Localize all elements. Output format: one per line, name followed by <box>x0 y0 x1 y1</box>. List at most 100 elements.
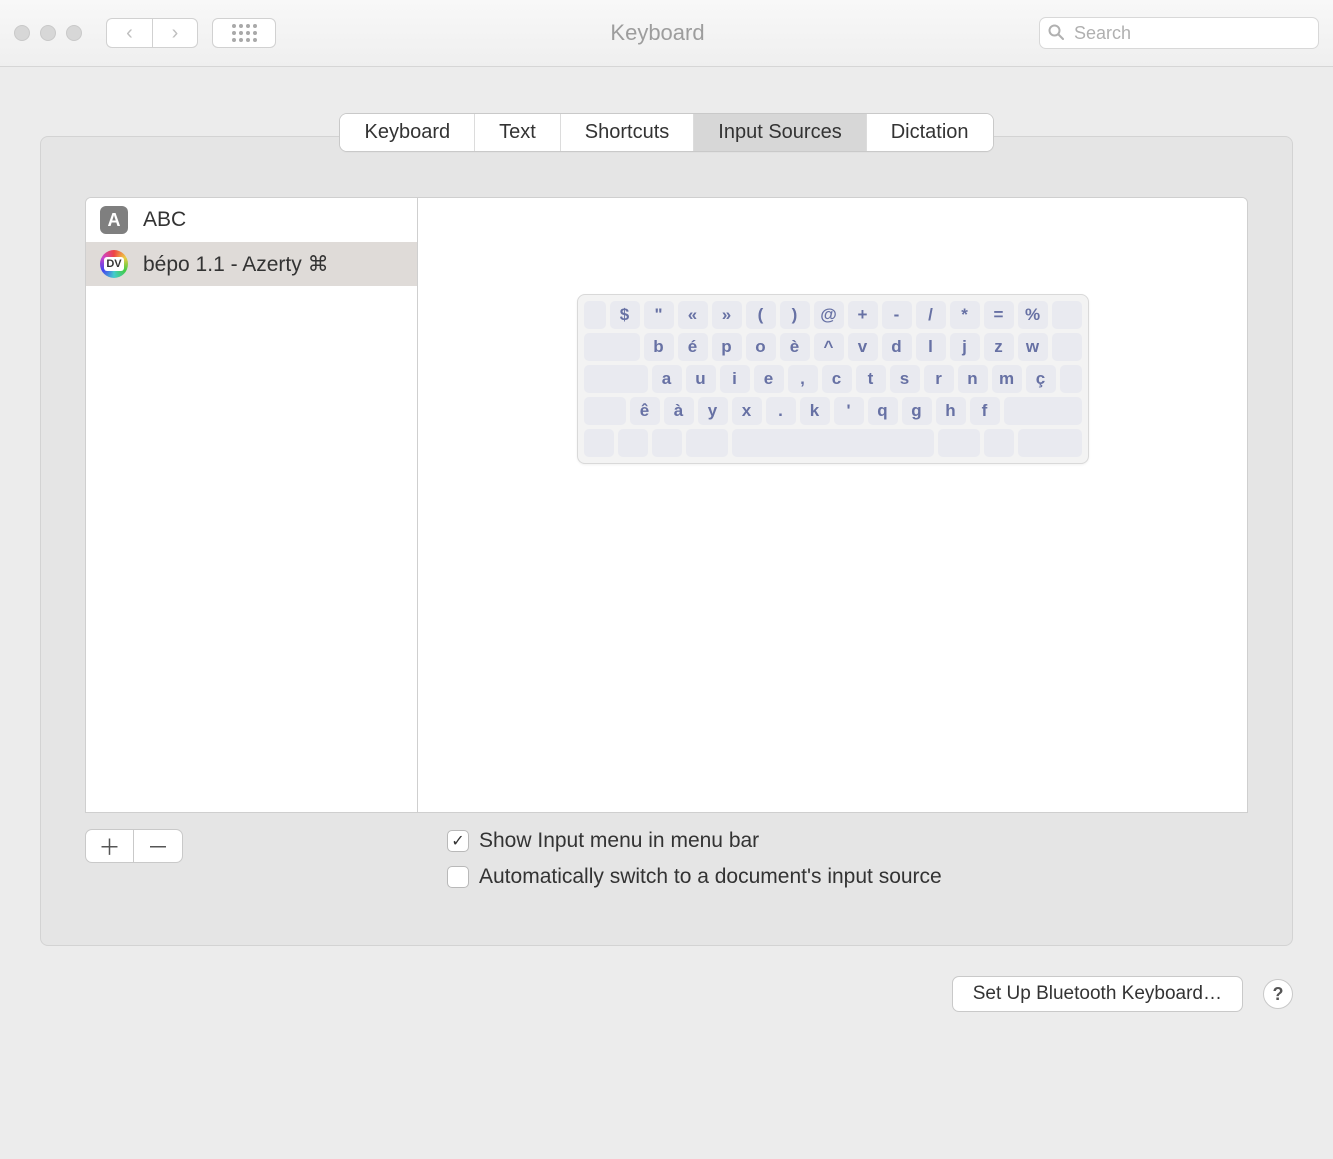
key-enter2 <box>1060 365 1082 393</box>
grid-icon <box>232 24 257 42</box>
checkbox-label: Show Input menu in menu bar <box>479 829 759 853</box>
key: « <box>678 301 708 329</box>
key-opt-r <box>984 429 1014 457</box>
question-icon: ? <box>1273 984 1284 1005</box>
key: . <box>766 397 796 425</box>
key: % <box>1018 301 1048 329</box>
key: / <box>916 301 946 329</box>
key: m <box>992 365 1022 393</box>
key: ( <box>746 301 776 329</box>
key-enter <box>1052 333 1082 361</box>
key: n <box>958 365 988 393</box>
key: q <box>868 397 898 425</box>
key-arrow <box>1018 429 1082 457</box>
close-window-button[interactable] <box>14 25 30 41</box>
key: t <box>856 365 886 393</box>
key: y <box>698 397 728 425</box>
window-title: Keyboard <box>610 20 704 45</box>
tab-dictation[interactable]: Dictation <box>867 114 993 151</box>
key: à <box>664 397 694 425</box>
plus-icon: ＋ <box>98 830 120 862</box>
setup-bluetooth-keyboard-button[interactable]: Set Up Bluetooth Keyboard… <box>952 976 1243 1012</box>
key: ^ <box>814 333 844 361</box>
footer: Set Up Bluetooth Keyboard… ? <box>0 976 1333 1012</box>
zoom-window-button[interactable] <box>66 25 82 41</box>
key: o <box>746 333 776 361</box>
key: e <box>754 365 784 393</box>
key: ç <box>1026 365 1056 393</box>
key-blank <box>584 301 606 329</box>
add-source-button[interactable]: ＋ <box>86 830 134 862</box>
window-controls <box>14 25 82 41</box>
key-space <box>732 429 934 457</box>
checkbox-row-show-input-menu: ✓ Show Input menu in menu bar <box>447 829 942 853</box>
key-backspace <box>1052 301 1082 329</box>
key: i <box>720 365 750 393</box>
checkbox-row-auto-switch: Automatically switch to a document's inp… <box>447 865 942 889</box>
key-cmd-r <box>938 429 980 457</box>
key: p <box>712 333 742 361</box>
search-wrap <box>1039 17 1319 49</box>
key: - <box>882 301 912 329</box>
key: , <box>788 365 818 393</box>
key-tab <box>584 333 640 361</box>
keyboard-visual: $ " « » ( ) @ + - / * = % b <box>577 294 1089 464</box>
key: j <box>950 333 980 361</box>
key: + <box>848 301 878 329</box>
key: " <box>644 301 674 329</box>
key: = <box>984 301 1014 329</box>
back-button[interactable]: ‹ <box>106 18 152 48</box>
source-label: ABC <box>143 208 186 232</box>
tab-input-sources[interactable]: Input Sources <box>694 114 866 151</box>
key: f <box>970 397 1000 425</box>
help-button[interactable]: ? <box>1263 979 1293 1009</box>
key: u <box>686 365 716 393</box>
tab-keyboard[interactable]: Keyboard <box>340 114 475 151</box>
key: k <box>800 397 830 425</box>
key: s <box>890 365 920 393</box>
minimize-window-button[interactable] <box>40 25 56 41</box>
key: z <box>984 333 1014 361</box>
key: r <box>924 365 954 393</box>
source-item-bepo[interactable]: DV bépo 1.1 - Azerty ⌘ <box>86 242 417 286</box>
tab-bar: Keyboard Text Shortcuts Input Sources Di… <box>339 113 993 152</box>
key: ) <box>780 301 810 329</box>
layout-icon-a: A <box>100 206 128 234</box>
key-ctrl <box>618 429 648 457</box>
main-panel: A ABC DV bépo 1.1 - Azerty ⌘ $ " « » ( )… <box>40 136 1293 946</box>
key: a <box>652 365 682 393</box>
checkbox-label: Automatically switch to a document's inp… <box>479 865 942 889</box>
forward-button[interactable]: › <box>152 18 198 48</box>
checkbox-show-input-menu[interactable]: ✓ <box>447 830 469 852</box>
key: d <box>882 333 912 361</box>
search-input[interactable] <box>1039 17 1319 49</box>
source-label: bépo 1.1 - Azerty ⌘ <box>143 252 329 277</box>
key: è <box>780 333 810 361</box>
key: v <box>848 333 878 361</box>
checkbox-auto-switch[interactable] <box>447 866 469 888</box>
nav-button-group: ‹ › <box>106 18 198 48</box>
split-view: A ABC DV bépo 1.1 - Azerty ⌘ $ " « » ( )… <box>85 197 1248 813</box>
key-shift-l <box>584 397 626 425</box>
key: h <box>936 397 966 425</box>
key: » <box>712 301 742 329</box>
tab-shortcuts[interactable]: Shortcuts <box>561 114 694 151</box>
source-item-abc[interactable]: A ABC <box>86 198 417 242</box>
toolbar: ‹ › Keyboard <box>0 0 1333 67</box>
key-cmd-l <box>686 429 728 457</box>
minus-icon: － <box>147 830 169 862</box>
add-remove-group: ＋ － <box>85 829 183 863</box>
key: x <box>732 397 762 425</box>
button-label: Set Up Bluetooth Keyboard… <box>973 983 1222 1005</box>
key: $ <box>610 301 640 329</box>
key: g <box>902 397 932 425</box>
show-all-button[interactable] <box>212 18 276 48</box>
tab-text[interactable]: Text <box>475 114 561 151</box>
key-capslock <box>584 365 648 393</box>
key-opt-l <box>652 429 682 457</box>
key-shift-r <box>1004 397 1082 425</box>
remove-source-button[interactable]: － <box>134 830 182 862</box>
key: l <box>916 333 946 361</box>
chevron-right-icon: › <box>172 22 179 45</box>
check-icon: ✓ <box>451 831 464 851</box>
